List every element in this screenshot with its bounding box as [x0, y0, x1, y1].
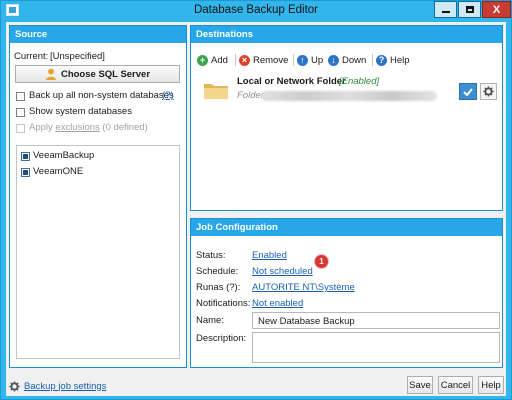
help-button[interactable]: Help: [478, 376, 504, 394]
backup-all-help-link[interactable]: (?): [162, 90, 174, 101]
destination-settings-button[interactable]: [480, 83, 497, 100]
database-checkbox-veeambackup[interactable]: [21, 152, 30, 161]
database-checkbox-veeamone[interactable]: [21, 168, 30, 177]
destination-item[interactable]: Local or Network Folder [Enabled] Folder…: [197, 72, 497, 108]
apply-prefix: Apply: [29, 122, 56, 133]
notification-badge: 1: [315, 255, 328, 268]
maximize-button[interactable]: [458, 1, 481, 18]
apply-suffix: (0 defined): [99, 122, 148, 133]
user-icon: [45, 68, 56, 80]
notifications-label: Notifications:: [196, 298, 251, 309]
choose-sql-server-label: Choose SQL Server: [60, 68, 151, 80]
arrow-down-icon: ↓: [328, 54, 339, 66]
destinations-panel-title: Destinations: [191, 26, 502, 43]
close-button[interactable]: X: [482, 1, 511, 18]
apply-exclusions-label: Apply exclusions (0 defined): [29, 122, 148, 133]
description-label: Description:: [196, 333, 247, 344]
show-system-label[interactable]: Show system databases: [29, 106, 132, 117]
gear-icon: [9, 380, 20, 392]
job-configuration-title: Job Configuration: [191, 219, 502, 236]
folder-icon: [204, 84, 228, 99]
cancel-button[interactable]: Cancel: [438, 376, 473, 394]
status-link[interactable]: Enabled: [252, 250, 287, 261]
runas-link[interactable]: AUTORITE NT\Système: [252, 282, 355, 293]
backup-all-checkbox[interactable]: [16, 92, 25, 101]
backup-job-settings[interactable]: Backup job settings: [9, 379, 106, 393]
checkmark-icon: [463, 87, 473, 96]
destinations-panel: Destinations + Add × Remove ↑ Up ↓ Down …: [190, 25, 503, 211]
enabled-toggle[interactable]: [459, 83, 477, 100]
maximize-icon: [465, 6, 474, 13]
add-label: Add: [211, 54, 228, 66]
apply-exclusions-checkbox: [16, 124, 25, 133]
notifications-link[interactable]: Not enabled: [252, 298, 303, 309]
exclusions-link: exclusions: [55, 122, 100, 133]
gear-icon: [483, 86, 494, 97]
arrow-up-icon: ↑: [297, 54, 308, 66]
current-label: Current:: [14, 51, 49, 62]
backup-job-settings-link[interactable]: Backup job settings: [24, 381, 106, 392]
toolbar-divider: [372, 54, 373, 66]
minimize-button[interactable]: [434, 1, 457, 18]
cancel-label: Cancel: [440, 379, 471, 391]
close-icon: X: [492, 3, 501, 16]
help-toolbar-button[interactable]: ? Help: [376, 53, 410, 67]
save-label: Save: [409, 379, 431, 391]
current-value: [Unspecified]: [50, 51, 105, 62]
up-button[interactable]: ↑ Up: [297, 53, 323, 67]
help-label: Help: [481, 379, 501, 391]
job-description-input[interactable]: [252, 332, 500, 363]
database-list[interactable]: VeeamBackup VeeamONE: [16, 145, 180, 359]
source-panel-title: Source: [10, 26, 186, 43]
down-button[interactable]: ↓ Down: [328, 53, 366, 67]
destination-name: Local or Network Folder: [237, 76, 346, 87]
add-button[interactable]: + Add: [197, 53, 228, 67]
down-label: Down: [342, 54, 367, 66]
title-bar[interactable]: Database Backup Editor X: [1, 1, 511, 21]
backup-all-label[interactable]: Back up all non-system databases: [29, 90, 174, 101]
destination-status: [Enabled]: [339, 76, 380, 87]
schedule-link[interactable]: Not scheduled: [252, 266, 313, 277]
remove-button[interactable]: × Remove: [239, 53, 288, 67]
minimize-icon: [441, 11, 450, 13]
status-label: Status:: [196, 250, 226, 261]
runas-label: Runas (?):: [196, 282, 241, 293]
plus-icon: +: [197, 54, 208, 66]
client-area: Source Current: [Unspecified] Choose SQL…: [6, 22, 506, 396]
up-label: Up: [311, 54, 324, 66]
job-configuration-panel: Job Configuration Status: Enabled Schedu…: [190, 218, 503, 368]
source-panel: Source Current: [Unspecified] Choose SQL…: [9, 25, 187, 368]
schedule-label: Schedule:: [196, 266, 239, 277]
toolbar-divider: [235, 54, 236, 66]
database-item-label[interactable]: VeeamBackup: [33, 150, 94, 161]
help-toolbar-label: Help: [390, 54, 410, 66]
save-button[interactable]: Save: [407, 376, 433, 394]
name-label: Name:: [196, 315, 224, 326]
job-name-input[interactable]: New Database Backup: [252, 312, 500, 329]
show-system-checkbox[interactable]: [16, 108, 25, 117]
app-window: Database Backup Editor X Source Current:…: [0, 0, 512, 400]
remove-label: Remove: [253, 54, 289, 66]
redacted-path: [261, 91, 437, 101]
database-item-label[interactable]: VeeamONE: [33, 166, 83, 177]
choose-sql-server-button[interactable]: Choose SQL Server: [15, 65, 180, 83]
toolbar-divider: [293, 54, 294, 66]
remove-icon: ×: [239, 54, 250, 66]
help-icon: ?: [376, 54, 387, 66]
